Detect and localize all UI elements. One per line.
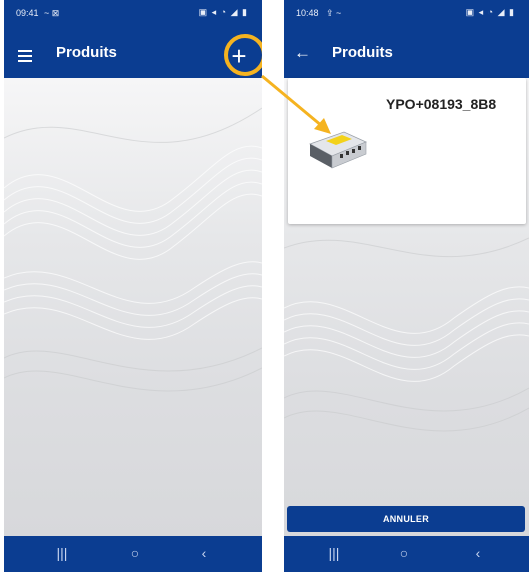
home-button[interactable]: ○ bbox=[392, 544, 416, 562]
home-button[interactable]: ○ bbox=[123, 544, 147, 562]
page-title: Produits bbox=[332, 44, 393, 61]
system-back-button[interactable]: ‹ bbox=[192, 544, 216, 562]
system-back-button[interactable]: ‹ bbox=[466, 544, 490, 562]
status-system-icons: ▣ ◂ ◔ ◢ ▮ bbox=[198, 7, 248, 17]
system-nav-bar: ||| ○ ‹ bbox=[4, 536, 262, 572]
status-notification-icons: ⇪ ~ bbox=[326, 8, 342, 18]
product-name: YPO+08193_8B8 bbox=[386, 96, 497, 112]
status-bar: 10:48 ⇪ ~ ▣ ◂ ◔ ◢ ▮ bbox=[284, 0, 529, 26]
status-bar: 09:41 ~ ⊠ ▣ ◂ ◔ ◢ ▮ bbox=[4, 0, 262, 26]
recent-apps-button[interactable]: ||| bbox=[50, 544, 74, 562]
status-notification-icons: ~ ⊠ bbox=[44, 8, 60, 18]
system-nav-bar: ||| ○ ‹ bbox=[284, 536, 529, 572]
background-wave-image bbox=[4, 78, 262, 536]
hamburger-menu-icon[interactable] bbox=[18, 50, 32, 62]
cancel-button[interactable]: ANNULER bbox=[287, 506, 525, 532]
phone-screen-add-product: 10:48 ⇪ ~ ▣ ◂ ◔ ◢ ▮ ← Produits YPO+08193… bbox=[284, 0, 529, 572]
page-title: Produits bbox=[56, 44, 117, 61]
arrow-left-icon[interactable]: ← bbox=[294, 43, 311, 63]
status-system-icons: ▣ ◂ ◔ ◢ ▮ bbox=[465, 7, 515, 17]
app-bar: ← Produits bbox=[284, 26, 529, 78]
product-card[interactable]: YPO+08193_8B8 bbox=[288, 78, 526, 224]
status-time: 09:41 bbox=[16, 8, 39, 18]
plus-icon: + bbox=[231, 41, 247, 71]
controller-module-image bbox=[309, 131, 368, 169]
recent-apps-button[interactable]: ||| bbox=[322, 544, 346, 562]
status-time: 10:48 bbox=[296, 8, 319, 18]
add-product-button[interactable]: + bbox=[226, 41, 252, 71]
phone-screen-product-list: 09:41 ~ ⊠ ▣ ◂ ◔ ◢ ▮ Produits ||| ○ ‹ + bbox=[4, 0, 262, 572]
